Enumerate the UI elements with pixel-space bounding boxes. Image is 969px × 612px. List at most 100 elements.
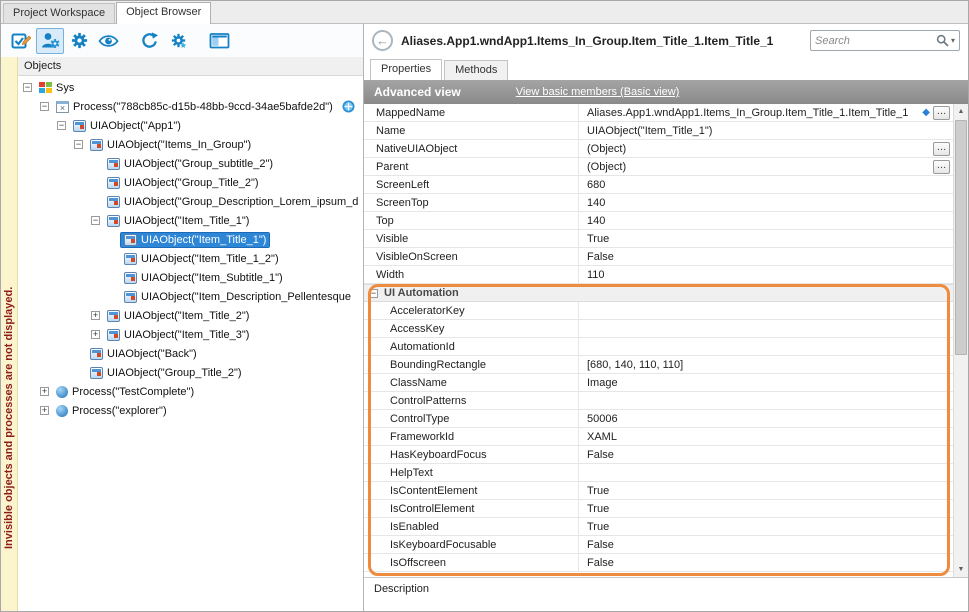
- property-row-visibleonscreen[interactable]: VisibleOnScreenFalse: [364, 248, 953, 266]
- collapse-icon[interactable]: −: [91, 216, 100, 225]
- tree-item-process-788cb85c-d15b-48bb-9ccd-34ae5baf[interactable]: −×Process("788cb85c-d15b-48bb-9ccd-34ae5…: [18, 97, 363, 116]
- expand-icon[interactable]: +: [40, 406, 49, 415]
- property-row-haskeyboardfocus[interactable]: HasKeyboardFocusFalse: [364, 446, 953, 464]
- property-row-parent[interactable]: Parent(Object)…: [364, 158, 953, 176]
- property-row-iskeyboardfocusable[interactable]: IsKeyboardFocusableFalse: [364, 536, 953, 554]
- property-name: Parent: [364, 158, 579, 175]
- tree-item-uiaobject-item-title-3[interactable]: + UIAObject("Item_Title_3"): [18, 325, 363, 344]
- tree-item-sys[interactable]: −Sys: [18, 78, 363, 97]
- property-row-helptext[interactable]: HelpText: [364, 464, 953, 482]
- property-row-nativeuiaobject[interactable]: NativeUIAObject(Object)…: [364, 140, 953, 158]
- tree-item-uiaobject-item-title-1[interactable]: UIAObject("Item_Title_1"): [18, 230, 363, 249]
- search-input[interactable]: [815, 35, 936, 47]
- collapse-icon[interactable]: −: [23, 83, 32, 92]
- property-row-screenleft[interactable]: ScreenLeft680: [364, 176, 953, 194]
- tree-item-uiaobject-items-in-group[interactable]: −UIAObject("Items_In_Group"): [18, 135, 363, 154]
- tree-item-uiaobject-group-subtitle-2[interactable]: UIAObject("Group_subtitle_2"): [18, 154, 363, 173]
- property-row-classname[interactable]: ClassNameImage: [364, 374, 953, 392]
- scroll-up-icon[interactable]: ▲: [954, 104, 968, 119]
- property-row-visible[interactable]: VisibleTrue: [364, 230, 953, 248]
- scroll-down-icon[interactable]: ▼: [954, 562, 968, 577]
- property-row-screentop[interactable]: ScreenTop140: [364, 194, 953, 212]
- highlight-object-button[interactable]: [94, 28, 122, 54]
- search-dropdown-icon[interactable]: ▾: [951, 36, 955, 45]
- property-row-acceleratorkey[interactable]: AcceleratorKey: [364, 302, 953, 320]
- ellipsis-button[interactable]: …: [933, 142, 950, 156]
- tree-item-uiaobject-group-description-lorem-ipsum-[interactable]: UIAObject("Group_Description_Lorem_ipsum…: [18, 192, 363, 211]
- property-name: HelpText: [364, 464, 579, 481]
- search-box[interactable]: ▾: [810, 30, 960, 51]
- property-row-isenabled[interactable]: IsEnabledTrue: [364, 518, 953, 536]
- property-row-automationid[interactable]: AutomationId: [364, 338, 953, 356]
- property-row-top[interactable]: Top140: [364, 212, 953, 230]
- tab-project-workspace[interactable]: Project Workspace: [3, 3, 115, 23]
- property-row-iscontrolelement[interactable]: IsControlElementTrue: [364, 500, 953, 518]
- basic-view-link[interactable]: View basic members (Basic view): [516, 86, 680, 98]
- tree-item-uiaobject-item-title-1[interactable]: −UIAObject("Item_Title_1"): [18, 211, 363, 230]
- back-button[interactable]: ←: [372, 30, 393, 51]
- collapse-icon[interactable]: −: [40, 102, 49, 111]
- options-button[interactable]: [65, 28, 93, 54]
- tree-item-label: UIAObject("Group_Title_2"): [107, 367, 242, 379]
- ellipsis-button[interactable]: …: [933, 106, 950, 120]
- uiaobject-icon: [90, 367, 103, 379]
- process-x-icon: ×: [56, 101, 69, 113]
- property-row-controlpatterns[interactable]: ControlPatterns: [364, 392, 953, 410]
- property-value: True: [579, 503, 953, 515]
- tree-item-uiaobject-back[interactable]: UIAObject("Back"): [18, 344, 363, 363]
- mapped-name-icon: ◆: [922, 107, 930, 118]
- advanced-actions-button[interactable]: [164, 28, 192, 54]
- refresh-button[interactable]: [135, 28, 163, 54]
- property-name: IsContentElement: [364, 482, 579, 499]
- tree-item-uiaobject-item-title-2[interactable]: +UIAObject("Item_Title_2"): [18, 306, 363, 325]
- uiaobject-icon: [107, 158, 120, 170]
- tree-item-process-explorer[interactable]: + Process("explorer"): [18, 401, 363, 420]
- tree-item-uiaobject-item-title-1-2[interactable]: UIAObject("Item_Title_1_2"): [18, 249, 363, 268]
- property-value: True: [579, 233, 953, 245]
- property-value: Aliases.App1.wndApp1.Items_In_Group.Item…: [579, 107, 920, 119]
- tree-item-process-testcomplete[interactable]: +Process("TestComplete"): [18, 382, 363, 401]
- collapse-icon[interactable]: −: [57, 121, 66, 130]
- property-row-name[interactable]: NameUIAObject("Item_Title_1"): [364, 122, 953, 140]
- property-row-frameworkid[interactable]: FrameworkIdXAML: [364, 428, 953, 446]
- property-row-isoffscreen[interactable]: IsOffscreenFalse: [364, 554, 953, 572]
- property-row-width[interactable]: Width110: [364, 266, 953, 284]
- tab-properties[interactable]: Properties: [370, 59, 442, 80]
- tab-object-browser[interactable]: Object Browser: [116, 2, 211, 24]
- property-row-iscontentelement[interactable]: IsContentElementTrue: [364, 482, 953, 500]
- tree-item-label: UIAObject("App1"): [90, 120, 181, 132]
- property-row-controltype[interactable]: ControlType50006: [364, 410, 953, 428]
- add-object-to-map-button[interactable]: [7, 28, 35, 54]
- scrollbar-thumb[interactable]: [955, 120, 967, 355]
- show-object-window-button[interactable]: [205, 28, 233, 54]
- search-icon[interactable]: [936, 34, 949, 47]
- tree-item-label: UIAObject("Item_Title_3"): [124, 329, 249, 341]
- uiaobject-icon: [124, 272, 137, 284]
- back-arrow-icon: ←: [376, 33, 389, 48]
- tree-item-label: UIAObject("Back"): [107, 348, 197, 360]
- ellipsis-button[interactable]: …: [933, 160, 950, 174]
- tab-methods[interactable]: Methods: [444, 60, 508, 80]
- tree-item-label: Process("explorer"): [72, 405, 167, 417]
- property-row-accesskey[interactable]: AccessKey: [364, 320, 953, 338]
- tree-item-uiaobject-app1[interactable]: − UIAObject("App1"): [18, 116, 363, 135]
- property-row-mappedname[interactable]: MappedNameAliases.App1.wndApp1.Items_In_…: [364, 104, 953, 122]
- expand-icon[interactable]: +: [91, 311, 100, 320]
- collapse-icon[interactable]: −: [74, 140, 83, 149]
- tree-item-uiaobject-group-title-2[interactable]: UIAObject("Group_Title_2"): [18, 173, 363, 192]
- vertical-scrollbar[interactable]: ▲ ▼: [953, 104, 968, 577]
- tree-item-uiaobject-item-subtitle-1[interactable]: UIAObject("Item_Subtitle_1"): [18, 268, 363, 287]
- tree-item-label: UIAObject("Item_Subtitle_1"): [141, 272, 283, 284]
- property-name: NativeUIAObject: [364, 140, 579, 157]
- tree-item-uiaobject-group-title-2[interactable]: UIAObject("Group_Title_2"): [18, 363, 363, 382]
- collapse-group-icon[interactable]: −: [369, 289, 378, 298]
- property-name: ClassName: [364, 374, 579, 391]
- property-row-boundingrectangle[interactable]: BoundingRectangle[680, 140, 110, 110]: [364, 356, 953, 374]
- group-row-ui-automation[interactable]: −UI Automation: [364, 284, 953, 302]
- expand-icon[interactable]: +: [91, 330, 100, 339]
- expand-icon[interactable]: +: [40, 387, 49, 396]
- process-icon: [56, 386, 68, 398]
- tree-item-uiaobject-item-description-pellentesque[interactable]: UIAObject("Item_Description_Pellentesque: [18, 287, 363, 306]
- object-spy-button[interactable]: [36, 28, 64, 54]
- group-label: UI Automation: [384, 287, 459, 299]
